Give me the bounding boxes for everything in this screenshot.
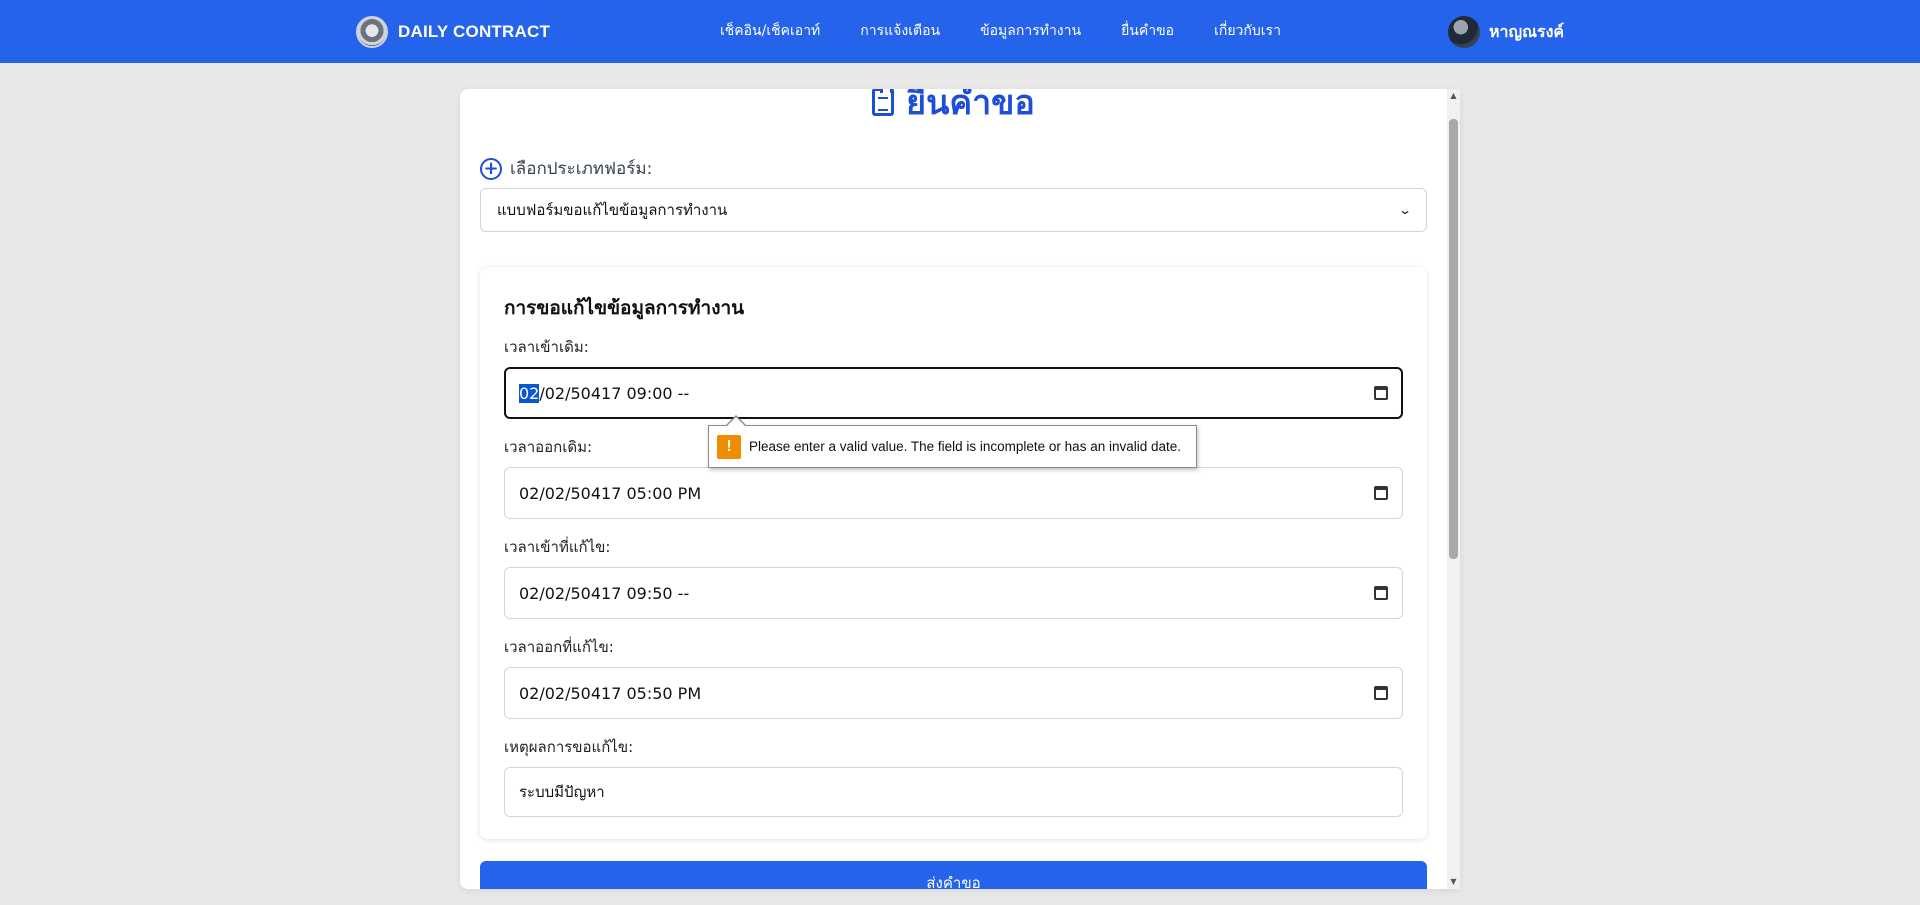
form-type-selected: แบบฟอร์มขอแก้ไขข้อมูลการทำงาน [497, 201, 728, 219]
original-out-field[interactable]: 02/02/50417 05:00 PM [504, 467, 1403, 519]
original-in-value-selected: 02 [519, 383, 540, 403]
calendar-icon[interactable] [1374, 486, 1388, 500]
form-type-label: เลือกประเภทฟอร์ม: [510, 159, 653, 179]
warning-icon: ! [717, 434, 741, 459]
brand-logo-icon [356, 16, 388, 48]
corrected-in-label: เวลาเข้าที่แก้ไข: [504, 538, 611, 556]
nav-links: เช็คอิน/เช็คเอาท์ การแจ้งเตือน ข้อมูลการ… [720, 20, 1281, 42]
nav-link-submit-request[interactable]: ยื่นคำขอ [1121, 20, 1174, 42]
calendar-icon[interactable] [1374, 386, 1388, 400]
reason-label: เหตุผลการขอแก้ไข: [504, 738, 634, 756]
user-name: หาญณรงค์ [1489, 21, 1565, 41]
avatar[interactable] [1448, 16, 1480, 48]
corrected-in-value: 02/02/50417 09:50 -- [519, 583, 690, 603]
reason-input[interactable]: ระบบมีปัญหา [504, 767, 1403, 817]
chevron-down-icon: ⌄ [1397, 203, 1413, 217]
original-in-value-rest: /02/50417 09:00 -- [539, 383, 690, 403]
form-heading: การขอแก้ไขข้อมูลการทำงาน [504, 297, 745, 319]
calendar-icon[interactable] [1374, 586, 1388, 600]
corrected-out-value: 02/02/50417 05:50 PM [519, 683, 702, 703]
reason-value: ระบบมีปัญหา [519, 783, 605, 801]
original-in-label: เวลาเข้าเดิม: [504, 338, 589, 356]
brand-name: DAILY CONTRACT [398, 22, 551, 41]
page-title: ยื่นคำขอ [460, 89, 1447, 129]
original-in-field[interactable]: 02/02/50417 09:00 -- [504, 367, 1403, 419]
nav-link-notifications[interactable]: การแจ้งเตือน [860, 20, 940, 42]
brand[interactable]: DAILY CONTRACT [356, 16, 550, 48]
original-in-value: 02/02/50417 09:00 -- [519, 383, 690, 403]
request-card: ยื่นคำขอ + เลือกประเภทฟอร์ม: แบบฟอร์มขอแ… [460, 89, 1460, 889]
form-type-label-row: + เลือกประเภทฟอร์ม: [480, 155, 652, 182]
original-out-value: 02/02/50417 05:00 PM [519, 483, 702, 503]
validation-tooltip: ! Please enter a valid value. The field … [708, 415, 1197, 468]
nav-link-about[interactable]: เกี่ยวกับเรา [1214, 20, 1281, 42]
scroll-up-icon[interactable]: ▲ [1447, 89, 1460, 103]
scroll-down-icon[interactable]: ▼ [1447, 875, 1460, 889]
corrected-out-label: เวลาออกที่แก้ไข: [504, 638, 614, 656]
submit-button[interactable]: ส่งคำขอ [480, 861, 1427, 889]
page-title-text: ยื่นคำขอ [906, 89, 1035, 123]
edit-form-card: การขอแก้ไขข้อมูลการทำงาน เวลาเข้าเดิม: 0… [480, 267, 1427, 839]
scrollbar[interactable]: ▲ ▼ [1447, 89, 1460, 889]
clipboard-icon [872, 89, 895, 116]
scrollbar-thumb[interactable] [1449, 119, 1458, 559]
nav-link-checkin[interactable]: เช็คอิน/เช็คเอาท์ [720, 20, 820, 42]
calendar-icon[interactable] [1374, 686, 1388, 700]
original-out-label: เวลาออกเดิม: [504, 438, 593, 456]
validation-message: Please enter a valid value. The field is… [749, 439, 1182, 454]
form-type-select[interactable]: แบบฟอร์มขอแก้ไขข้อมูลการทำงาน ⌄ [480, 188, 1427, 232]
corrected-in-field[interactable]: 02/02/50417 09:50 -- [504, 567, 1403, 619]
plus-circle-icon: + [480, 157, 502, 180]
nav-link-work-info[interactable]: ข้อมูลการทำงาน [980, 20, 1081, 42]
corrected-out-field[interactable]: 02/02/50417 05:50 PM [504, 667, 1403, 719]
navbar: DAILY CONTRACT เช็คอิน/เช็คเอาท์ การแจ้ง… [0, 0, 1920, 63]
user-menu[interactable]: หาญณรงค์ [1448, 16, 1564, 48]
